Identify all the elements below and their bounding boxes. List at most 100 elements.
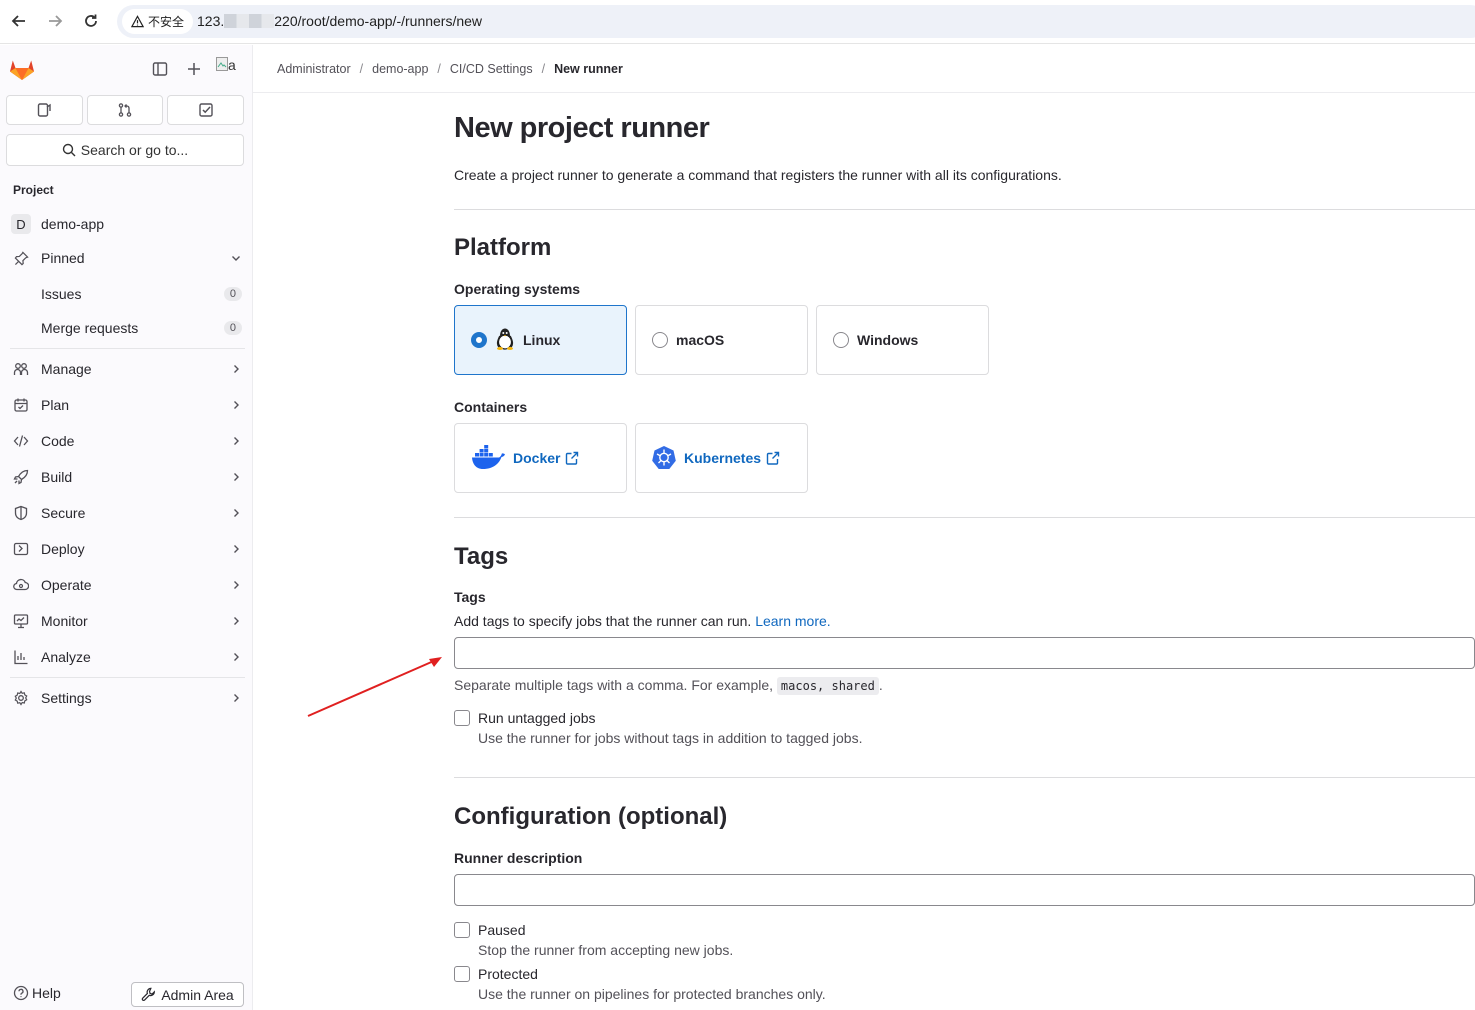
deploy-icon — [6, 541, 36, 557]
sidebar: a Search or go to... Project D demo-app … — [0, 45, 253, 1010]
section-divider — [454, 517, 1475, 518]
chevron-right-icon — [226, 471, 246, 483]
help-button[interactable]: Help — [13, 985, 61, 1001]
container-kubernetes[interactable]: Kubernetes — [635, 423, 808, 493]
run-untagged-help: Use the runner for jobs without tags in … — [478, 730, 863, 746]
quick-actions — [6, 95, 245, 125]
sidebar-item-plan[interactable]: Plan — [6, 389, 246, 421]
external-link-icon — [766, 451, 780, 465]
chart-icon — [6, 649, 36, 665]
code-icon — [6, 433, 36, 449]
kubernetes-icon — [652, 445, 676, 472]
radio-button[interactable] — [833, 332, 849, 348]
breadcrumb-item[interactable]: Administrator — [277, 62, 351, 76]
issues-icon — [38, 103, 52, 117]
gear-icon — [6, 690, 36, 706]
issues-shortcut-button[interactable] — [6, 95, 83, 125]
sidebar-item-manage[interactable]: Manage — [6, 353, 246, 385]
sidebar-item-code[interactable]: Code — [6, 425, 246, 457]
chevron-right-icon — [226, 579, 246, 591]
sidebar-item-issues[interactable]: Issues 0 — [6, 278, 246, 310]
protected-checkbox[interactable] — [454, 966, 470, 982]
search-icon — [62, 143, 76, 157]
annotation-arrow — [307, 657, 442, 717]
section-label: Project — [13, 183, 54, 197]
insecure-label: 不安全 — [148, 15, 185, 29]
project-avatar: D — [11, 214, 31, 234]
url-text: 123. 220/root/demo-app/-/runners/new — [197, 13, 483, 29]
run-untagged-option[interactable]: Run untagged jobs — [454, 710, 596, 726]
tags-label: Tags — [454, 589, 486, 605]
page-description: Create a project runner to generate a co… — [454, 167, 1062, 183]
merge-requests-shortcut-button[interactable] — [86, 95, 164, 125]
security-chip[interactable]: 不安全 — [122, 9, 194, 34]
run-untagged-checkbox[interactable] — [454, 710, 470, 726]
section-divider — [454, 209, 1475, 210]
sidebar-item-build[interactable]: Build — [6, 461, 246, 493]
paused-help: Stop the runner from accepting new jobs. — [478, 942, 734, 958]
learn-more-link[interactable]: Learn more. — [755, 613, 830, 629]
chevron-right-icon — [226, 507, 246, 519]
sidebar-item-monitor[interactable]: Monitor — [6, 605, 246, 637]
protected-option[interactable]: Protected — [454, 966, 538, 982]
linux-icon — [495, 327, 515, 354]
chevron-right-icon — [226, 651, 246, 663]
forward-icon[interactable] — [44, 10, 66, 32]
admin-area-button[interactable]: Admin Area — [131, 982, 244, 1007]
browser-toolbar: 不安全 123. 220/root/demo-app/-/runners/new — [0, 0, 1475, 44]
tags-description: Add tags to specify jobs that the runner… — [454, 613, 831, 629]
top-bar: Administrator / demo-app / CI/CD Setting… — [253, 45, 1475, 93]
docker-icon — [471, 444, 505, 473]
os-option-linux[interactable]: Linux — [454, 305, 627, 375]
sidebar-item-operate[interactable]: Operate — [6, 569, 246, 601]
sidebar-toggle-icon[interactable] — [150, 59, 170, 79]
breadcrumb-item[interactable]: demo-app — [372, 62, 428, 76]
reload-icon[interactable] — [80, 10, 102, 32]
todo-icon — [198, 103, 213, 117]
sidebar-item-analyze[interactable]: Analyze — [6, 641, 246, 673]
chevron-right-icon — [226, 615, 246, 627]
avatar[interactable]: a — [216, 57, 236, 73]
tags-input[interactable] — [454, 637, 1475, 669]
sidebar-item-pinned[interactable]: Pinned — [6, 242, 246, 274]
os-option-windows[interactable]: Windows — [816, 305, 989, 375]
kubernetes-link[interactable]: Kubernetes — [684, 450, 780, 466]
back-icon[interactable] — [8, 10, 30, 32]
gitlab-logo-icon[interactable] — [9, 56, 35, 86]
tags-example: macos, shared — [776, 677, 879, 695]
shield-icon — [6, 505, 36, 521]
page-title: New project runner — [454, 112, 710, 144]
wrench-icon — [142, 987, 156, 1002]
sidebar-item-merge-requests[interactable]: Merge requests 0 — [6, 312, 246, 344]
sidebar-item-deploy[interactable]: Deploy — [6, 533, 246, 565]
radio-button[interactable] — [471, 332, 487, 348]
sidebar-item-settings[interactable]: Settings — [6, 682, 246, 714]
redacted-block — [224, 14, 275, 28]
search-button[interactable]: Search or go to... — [6, 134, 244, 166]
section-divider — [454, 777, 1475, 778]
breadcrumb-item[interactable]: CI/CD Settings — [450, 62, 533, 76]
breadcrumb-current[interactable]: New runner — [554, 62, 623, 76]
external-link-icon — [566, 451, 579, 465]
radio-button[interactable] — [652, 332, 668, 348]
os-label: Operating systems — [454, 281, 581, 297]
paused-checkbox[interactable] — [454, 922, 470, 938]
runner-description-input[interactable] — [454, 874, 1475, 906]
users-icon — [6, 361, 36, 377]
todos-shortcut-button[interactable] — [167, 95, 245, 125]
address-bar[interactable]: 不安全 123. 220/root/demo-app/-/runners/new — [117, 5, 1475, 38]
os-option-macos[interactable]: macOS — [635, 305, 808, 375]
container-docker[interactable]: Docker — [454, 423, 627, 493]
paused-option[interactable]: Paused — [454, 922, 525, 938]
warning-icon — [131, 15, 144, 28]
merge-requests-count-badge: 0 — [223, 321, 242, 335]
merge-request-icon — [118, 103, 132, 117]
docker-link[interactable]: Docker — [513, 450, 579, 466]
runner-description-label: Runner description — [454, 850, 583, 866]
sidebar-item-secure[interactable]: Secure — [6, 497, 246, 529]
chevron-down-icon — [226, 252, 246, 264]
sidebar-footer: Help Admin Area — [0, 981, 253, 1010]
create-new-icon[interactable] — [184, 59, 204, 79]
rocket-icon — [6, 469, 36, 485]
sidebar-item-project[interactable]: D demo-app — [6, 208, 246, 240]
